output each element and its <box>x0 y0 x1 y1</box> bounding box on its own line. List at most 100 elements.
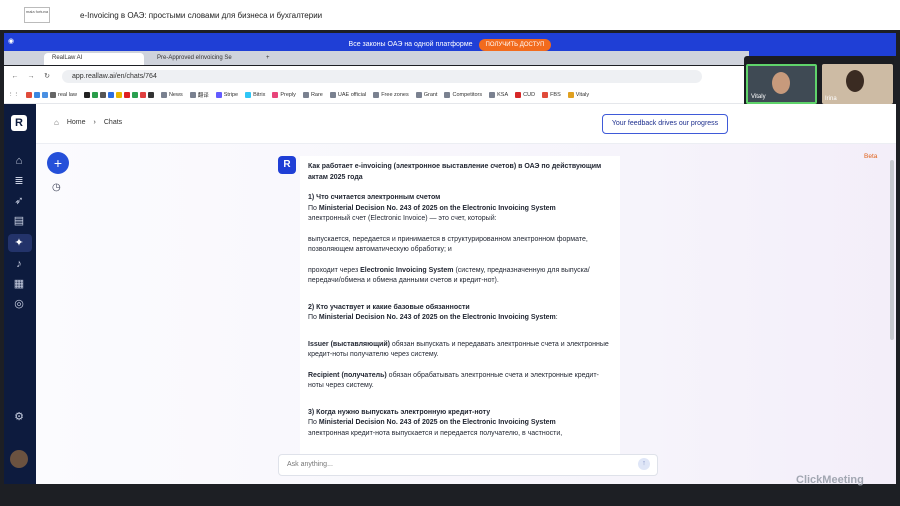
folder-icon <box>444 91 451 98</box>
bookmark-preply[interactable]: Preply <box>272 91 296 98</box>
feedback-button[interactable]: Your feedback drives our progress <box>602 114 728 134</box>
video-tile[interactable]: Vitaly <box>746 64 817 104</box>
preply-icon <box>272 91 279 98</box>
history-icon[interactable]: ◷ <box>52 182 61 193</box>
scrollbar[interactable] <box>890 160 894 340</box>
apps-icon[interactable]: ⋮⋮ <box>8 92 19 98</box>
settings-gear-icon[interactable]: ⚙ <box>12 410 26 424</box>
database-icon[interactable]: ≣ <box>12 174 26 188</box>
new-chat-button[interactable]: + <box>47 152 69 174</box>
home-icon[interactable]: ⌂ <box>12 154 26 168</box>
bookmark[interactable]: real law <box>26 91 77 98</box>
section-heading: 1) Что считается электронным счетом <box>308 194 441 201</box>
url-input[interactable]: app.reallaw.ai/en/chats/764 <box>62 69 702 83</box>
app-topbar: ⌂ Home › Chats Your feedback drives our … <box>36 104 896 144</box>
app-sidebar: R ⌂ ≣ ➶ ▤ ✦ ♪ ▦ ◎ ⚙ <box>4 104 36 484</box>
site-icon <box>91 91 98 98</box>
folder-icon <box>189 91 196 98</box>
site-icon <box>139 91 146 98</box>
breadcrumb: ⌂ Home › Chats <box>54 118 122 127</box>
bookmark-grant[interactable]: Grant <box>415 91 437 98</box>
address-bar-row: ← → ↻ app.reallaw.ai/en/chats/764 <box>4 66 746 86</box>
bitrix-icon <box>245 91 252 98</box>
site-icon <box>147 91 154 98</box>
bookmark-translate[interactable]: 翻译 <box>189 91 209 99</box>
chevron-right-icon: › <box>93 119 96 126</box>
beta-badge: Beta <box>864 153 878 160</box>
browser-tab-einvoicing[interactable]: Pre-Approved eInvoicing Se <box>149 53 254 65</box>
new-tab-icon[interactable]: + <box>262 53 274 65</box>
assistant-avatar: R <box>278 156 296 174</box>
send-arrow-icon[interactable]: ↑ <box>638 458 650 470</box>
reallaw-logo[interactable]: R <box>11 115 27 131</box>
browser-tabstrip: RealLaw AI Pre-Approved eInvoicing Se + <box>4 51 749 65</box>
paragraph: электронная кредит-нота выпускается и пе… <box>308 429 563 437</box>
home-icon[interactable]: ⌂ <box>54 118 59 127</box>
participant-name: Irina <box>825 96 837 102</box>
calendar-icon[interactable]: ▦ <box>12 277 26 291</box>
list-item: Recipient (получатель) обязан обрабатыва… <box>308 371 599 390</box>
reload-icon[interactable]: ↻ <box>42 72 52 80</box>
webinar-logo: mala fortuna <box>24 7 50 23</box>
globe-icon: ◉ <box>8 38 15 45</box>
forward-icon[interactable]: → <box>26 73 36 80</box>
webinar-header: mala fortuna e-Invoicing в ОАЭ: простыми… <box>0 0 900 30</box>
list-item: проходит через Electronic Invoicing Syst… <box>308 266 590 285</box>
maple-leaf-icon <box>515 91 522 98</box>
bookmark-free-zones[interactable]: Free zones <box>373 91 409 98</box>
bell-icon[interactable]: ♪ <box>12 257 26 271</box>
site-icon <box>107 91 114 98</box>
paragraph: электронный счет (Electronic Invoice) — … <box>308 215 497 222</box>
bookmark-cud[interactable]: CUD <box>515 91 535 98</box>
chat-input[interactable]: Ask anything... <box>278 454 658 476</box>
bookmark-fbs[interactable]: FBS <box>542 91 561 98</box>
folder-icon <box>489 91 496 98</box>
section-heading: 3) Когда нужно выпускать электронную кре… <box>308 408 491 416</box>
back-icon[interactable]: ← <box>10 73 20 80</box>
folder-icon <box>160 91 167 98</box>
bookmark[interactable] <box>83 91 154 98</box>
get-access-button[interactable]: ПОЛУЧИТЬ ДОСТУП <box>478 38 552 51</box>
browser-tab-reallaw[interactable]: RealLaw AI <box>44 53 144 65</box>
folder-icon <box>373 91 380 98</box>
bookmark-uae-official[interactable]: UAE official <box>329 91 366 98</box>
bookmark-rare[interactable]: Rare <box>302 91 323 98</box>
support-icon[interactable]: ◎ <box>12 297 26 311</box>
participant-video <box>772 72 790 94</box>
site-icon <box>567 91 574 98</box>
drive-icon <box>34 91 40 98</box>
gmail-icon <box>26 91 32 98</box>
breadcrumb-home[interactable]: Home <box>67 119 86 126</box>
chat-area: ⌂ Home › Chats Your feedback drives our … <box>36 104 896 484</box>
message-title: Как работает e-invoicing (электронное вы… <box>308 163 602 181</box>
fbs-icon <box>542 91 549 98</box>
bookmark-bitrix[interactable]: Bitrix <box>245 91 265 98</box>
table-icon[interactable]: ▤ <box>12 214 26 228</box>
paragraph: По Ministerial Decision No. 243 of 2025 … <box>308 314 558 321</box>
google-icon <box>42 91 48 98</box>
user-avatar[interactable] <box>10 450 28 468</box>
folder-icon <box>415 91 422 98</box>
video-tile[interactable]: Irina <box>822 64 893 104</box>
promo-text: Все законы ОАЭ на одной платформе <box>348 41 473 48</box>
bookmark-stripe[interactable]: Stripe <box>215 91 238 98</box>
site-icon <box>131 91 138 98</box>
bookmark-vitaly[interactable]: Vitaly <box>567 91 589 98</box>
folder-icon <box>50 91 56 98</box>
reallaw-app: R ⌂ ≣ ➶ ▤ ✦ ♪ ▦ ◎ ⚙ ⌂ Home › Chats Your … <box>4 104 896 484</box>
webinar-title: e-Invoicing в ОАЭ: простыми словами для … <box>80 10 323 20</box>
assistant-message: Как работает e-invoicing (электронное вы… <box>300 156 620 456</box>
sparkle-icon[interactable]: ✦ <box>12 236 26 250</box>
participant-video <box>846 70 864 92</box>
rocket-icon[interactable]: ➶ <box>12 194 26 208</box>
participant-name: Vitaly <box>751 94 766 100</box>
paragraph: По Ministerial Decision No. 243 of 2025 … <box>308 419 556 426</box>
folder-icon <box>302 91 309 98</box>
bookmark-ksa[interactable]: KSA <box>489 91 508 98</box>
list-item: Issuer (выставляющий) обязан выпускать и… <box>308 340 609 359</box>
bookmark-news[interactable]: News <box>160 91 183 98</box>
youtube-icon <box>123 91 130 98</box>
section-heading: 2) Кто участвует и какие базовые обязанн… <box>308 303 470 311</box>
bookmark-competitors[interactable]: Competitors <box>444 91 482 98</box>
list-item: выпускается, передается и принимается в … <box>308 235 588 254</box>
